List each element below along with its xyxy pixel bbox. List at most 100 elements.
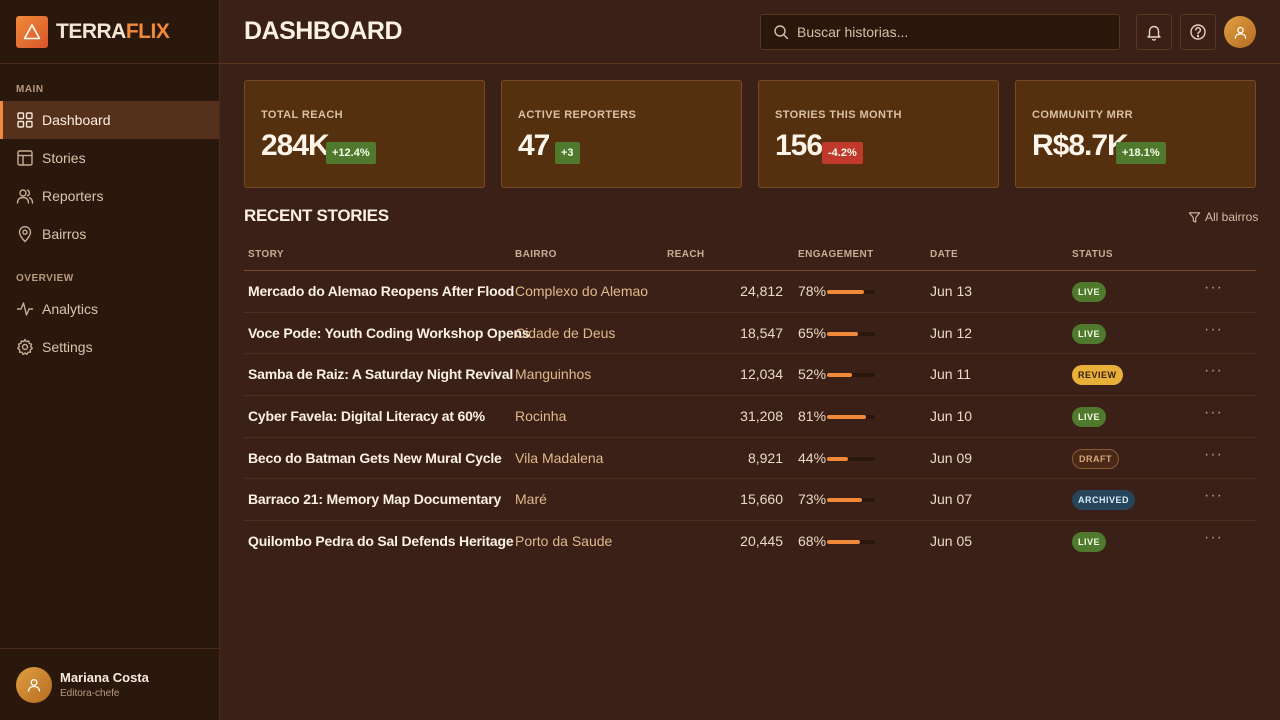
column-header-bairro[interactable]: BAIRRO <box>515 249 557 260</box>
notifications-button[interactable] <box>1136 14 1172 50</box>
avatar <box>16 666 52 703</box>
story-reach: 8,921 <box>747 449 783 466</box>
sidebar-item-label: Analytics <box>42 301 99 317</box>
story-engagement: 52% <box>798 366 827 383</box>
engagement-bar <box>827 331 875 336</box>
engagement-bar <box>827 415 875 420</box>
gear-icon <box>17 338 33 356</box>
story-engagement: 44% <box>798 449 827 466</box>
user-icon <box>1234 26 1246 39</box>
story-title[interactable]: Voce Pode: Youth Coding Workshop Opens <box>248 325 530 341</box>
kpi-card-community-mrr[interactable]: COMMUNITY MRR R$8.7K +18.1% <box>1015 80 1256 188</box>
table-body: Mercado do Alemao Reopens After Flood Com… <box>244 271 1256 563</box>
story-engagement: 78% <box>798 283 827 299</box>
status-badge: ARCHIVED <box>1072 490 1136 511</box>
table-row[interactable]: Voce Pode: Youth Coding Workshop Opens Ci… <box>244 313 1256 355</box>
user-profile[interactable]: Mariana Costa Editora-chefe <box>0 648 219 720</box>
story-date: Jun 12 <box>930 324 973 341</box>
help-button[interactable] <box>1180 14 1216 50</box>
column-header-reach[interactable]: REACH <box>667 249 705 260</box>
sidebar-item-dashboard[interactable]: Dashboard <box>0 101 219 139</box>
column-header-engagement[interactable]: ENGAGEMENT <box>798 249 874 260</box>
table-row[interactable]: Cyber Favela: Digital Literacy at 60% Roc… <box>244 396 1256 438</box>
status-badge: LIVE <box>1072 282 1107 302</box>
filter-icon <box>1188 211 1201 223</box>
table-row[interactable]: Samba de Raiz: A Saturday Night Revival M… <box>244 354 1256 397</box>
section-label-overview: OVERVIEW <box>16 273 74 284</box>
story-engagement: 73% <box>798 491 827 508</box>
sidebar-item-label: Reporters <box>42 188 104 204</box>
table-row[interactable]: Mercado do Alemao Reopens After Flood Com… <box>244 271 1256 313</box>
sidebar-item-reporters[interactable]: Reporters <box>0 177 219 215</box>
story-bairro: Vila Madalena <box>515 449 604 466</box>
column-header-date[interactable]: DATE <box>930 249 958 260</box>
engagement-bar-fill <box>827 373 852 378</box>
bell-icon <box>1147 25 1161 41</box>
kpi-value: 156 <box>775 129 823 162</box>
more-actions-icon[interactable]: ··· <box>1204 404 1223 422</box>
story-reach: 20,445 <box>740 533 783 550</box>
kpi-delta-badge: -4.2% <box>822 142 863 164</box>
kpi-label: COMMUNITY MRR <box>1032 109 1133 121</box>
story-bairro: Manguinhos <box>515 366 592 383</box>
kpi-delta-badge: +18.1% <box>1116 142 1166 164</box>
sidebar-item-settings[interactable]: Settings <box>0 328 219 366</box>
kpi-label: ACTIVE REPORTERS <box>518 109 637 121</box>
story-reach: 15,660 <box>740 491 783 508</box>
story-engagement: 81% <box>798 408 827 425</box>
more-actions-icon[interactable]: ··· <box>1204 529 1223 547</box>
bairro-filter-button[interactable]: All bairros <box>1188 210 1258 224</box>
more-actions-icon[interactable]: ··· <box>1204 446 1223 464</box>
column-header-status[interactable]: STATUS <box>1072 249 1113 260</box>
section-label-main: MAIN <box>16 84 44 95</box>
kpi-label: TOTAL REACH <box>261 109 344 121</box>
story-title[interactable]: Beco do Batman Gets New Mural Cycle <box>248 450 502 466</box>
activity-icon <box>16 302 34 316</box>
brand[interactable]: TERRAFLIX <box>0 0 219 64</box>
story-bairro: Complexo do Alemao <box>515 283 649 299</box>
search-box[interactable] <box>760 14 1120 50</box>
table-row[interactable]: Quilombo Pedra do Sal Defends Heritage Po… <box>244 521 1256 563</box>
kpi-card-active-reporters[interactable]: ACTIVE REPORTERS 47 +3 <box>501 80 742 188</box>
sidebar-item-label: Bairros <box>42 226 87 242</box>
user-name: Mariana Costa <box>60 670 149 685</box>
sidebar-item-stories[interactable]: Stories <box>0 139 219 177</box>
kpi-delta-badge: +12.4% <box>326 142 376 164</box>
story-bairro: Cidade de Deus <box>515 324 616 341</box>
more-actions-icon[interactable]: ··· <box>1204 279 1223 297</box>
sidebar-item-label: Stories <box>42 150 86 166</box>
engagement-bar <box>827 540 875 545</box>
account-avatar[interactable] <box>1224 16 1256 48</box>
kpi-card-total-reach[interactable]: TOTAL REACH 284K +12.4% <box>244 80 485 188</box>
search-input[interactable] <box>797 24 1097 40</box>
table-row[interactable]: Barraco 21: Memory Map Documentary Maré 15… <box>244 479 1256 522</box>
story-reach: 12,034 <box>740 366 783 383</box>
kpi-value: 47 <box>518 129 550 162</box>
more-actions-icon[interactable]: ··· <box>1204 362 1223 380</box>
engagement-bar-fill <box>827 456 849 461</box>
more-actions-icon[interactable]: ··· <box>1204 321 1223 339</box>
table-row[interactable]: Beco do Batman Gets New Mural Cycle Vila … <box>244 438 1256 480</box>
column-header-story[interactable]: STORY <box>248 249 284 260</box>
kpi-card-stories-this-month[interactable]: STORIES THIS MONTH 156 -4.2% <box>758 80 999 188</box>
engagement-bar-fill <box>827 498 863 503</box>
sidebar-item-label: Dashboard <box>42 112 111 128</box>
sidebar-item-analytics[interactable]: Analytics <box>0 290 219 328</box>
story-title[interactable]: Cyber Favela: Digital Literacy at 60% <box>248 408 485 424</box>
table-header: STORY BAIRRO REACH ENGAGEMENT DATE STATU… <box>244 240 1256 271</box>
story-title[interactable]: Barraco 21: Memory Map Documentary <box>248 491 501 507</box>
recent-stories-title: RECENT STORIES <box>244 206 389 225</box>
brand-name: TERRAFLIX <box>56 19 170 43</box>
story-date: Jun 11 <box>930 366 971 383</box>
story-title[interactable]: Quilombo Pedra do Sal Defends Heritage <box>248 533 514 549</box>
story-date: Jun 05 <box>930 533 973 550</box>
map-pin-icon <box>18 226 32 243</box>
more-actions-icon[interactable]: ··· <box>1204 487 1223 505</box>
stories-table: STORY BAIRRO REACH ENGAGEMENT DATE STATU… <box>244 240 1256 563</box>
search-icon <box>774 25 789 40</box>
story-engagement: 68% <box>798 533 827 550</box>
kpi-delta-badge: +3 <box>555 142 580 164</box>
story-title[interactable]: Samba de Raiz: A Saturday Night Revival <box>248 366 513 382</box>
story-title[interactable]: Mercado do Alemao Reopens After Flood <box>248 283 514 299</box>
sidebar-item-bairros[interactable]: Bairros <box>0 215 219 253</box>
